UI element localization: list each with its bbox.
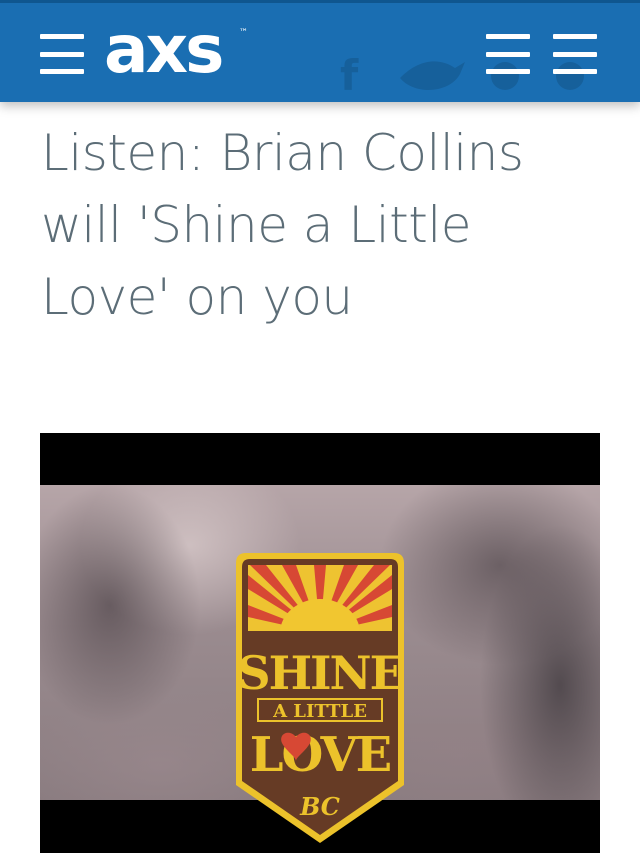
logo-trademark: ™: [239, 28, 248, 38]
main-menu-icon[interactable]: [40, 34, 84, 74]
artwork-line-love: LOVE: [250, 727, 391, 783]
svg-text:f: f: [340, 51, 359, 98]
video-frame: SHINE A LITTLE LOVE BC: [40, 485, 600, 843]
header-top-edge: [0, 0, 640, 3]
article-title: Listen: Brian Collins will 'Shine a Litt…: [41, 124, 524, 326]
page: axs ™ f Listen: Brian Collins will 'Shin…: [0, 0, 640, 853]
artwork-line-shine: SHINE: [237, 646, 402, 700]
secondary-menu-icon[interactable]: [553, 34, 597, 74]
artwork-line-a-little: A LITTLE: [272, 701, 367, 722]
shine-a-little-love-artwork: SHINE A LITTLE LOVE BC: [236, 553, 404, 843]
site-header: axs ™ f: [0, 0, 640, 102]
video-player[interactable]: SHINE A LITTLE LOVE BC: [40, 433, 600, 853]
axs-logo[interactable]: axs: [104, 10, 224, 90]
sections-menu-icon[interactable]: [486, 34, 530, 74]
artwork-monogram: BC: [299, 792, 340, 821]
